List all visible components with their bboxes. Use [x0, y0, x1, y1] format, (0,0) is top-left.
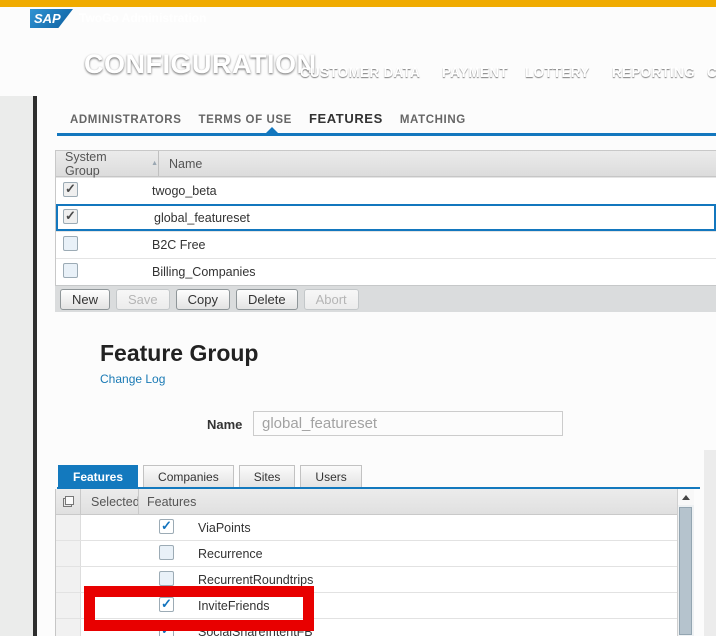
feature-checkbox-checked[interactable] [159, 518, 174, 534]
row-checkbox-checked[interactable] [63, 208, 78, 224]
save-button: Save [116, 288, 170, 310]
feature-name[interactable]: RecurrentRoundtrips [198, 573, 677, 587]
row-handle-cell [56, 567, 81, 592]
tab-features[interactable]: FEATURES [309, 111, 383, 126]
features-table: Selected Features ViaPoints Recurrence R… [55, 489, 694, 636]
feature-checkbox-unchecked[interactable] [159, 544, 174, 560]
section-tab-bar: ADMINISTRATORS TERMS OF USE FEATURES MAT… [70, 111, 466, 126]
chevron-up-icon [682, 494, 690, 500]
checkbox-cell [58, 208, 154, 227]
tab-companies[interactable]: Companies [143, 465, 234, 488]
nav-item-truncated[interactable]: C [707, 65, 716, 80]
tab-administrators[interactable]: ADMINISTRATORS [70, 114, 181, 126]
column-header-system-group[interactable]: System Group ▲ [56, 150, 158, 178]
table-row[interactable]: twogo_beta [56, 177, 716, 204]
feature-name[interactable]: SocialShareIntentFB [198, 625, 677, 636]
row-checkbox-unchecked[interactable] [63, 263, 78, 278]
table-toolbar: New Save Copy Delete Abort [55, 285, 716, 312]
features-header-row: Selected Features [56, 489, 677, 515]
change-log-link[interactable]: Change Log [100, 372, 165, 386]
column-header-label: System Group [65, 149, 107, 178]
nav-item-payment[interactable]: PAYMENT [442, 65, 508, 80]
nav-item-customer-data[interactable]: CUSTOMER DATA [300, 65, 420, 80]
features-table-body: Selected Features ViaPoints Recurrence R… [55, 489, 677, 636]
row-name[interactable]: twogo_beta [152, 184, 716, 198]
tab-matching[interactable]: MATCHING [400, 114, 466, 126]
scrollbar-thumb[interactable] [679, 507, 692, 635]
copy-icon [62, 496, 74, 507]
abort-button: Abort [303, 288, 359, 310]
feature-row[interactable]: ViaPoints [56, 515, 677, 541]
feature-checkbox-checked[interactable] [159, 596, 174, 612]
table-header-row: System Group ▲ Name [56, 150, 716, 178]
new-button[interactable]: New [60, 288, 111, 310]
app-title: TwoGo Administration [79, 11, 207, 25]
copy-button[interactable]: Copy [175, 288, 231, 310]
page: SAP TwoGo Administration CONFIGURATION C… [0, 0, 716, 636]
checkbox-cell [56, 263, 152, 281]
checkbox-cell [81, 544, 198, 563]
checkbox-cell [81, 518, 198, 537]
nav-item-lottery[interactable]: LOTTERY [525, 65, 590, 80]
table-row[interactable]: B2C Free [56, 231, 716, 258]
row-handle-cell [56, 619, 81, 636]
tab-sites[interactable]: Sites [238, 465, 296, 488]
feature-name[interactable]: InviteFriends [198, 599, 677, 613]
panel-left-border [33, 96, 37, 636]
row-checkbox-checked[interactable] [63, 181, 78, 197]
feature-row-annotated[interactable]: InviteFriends [56, 593, 677, 619]
row-name[interactable]: global_featureset [154, 211, 714, 225]
feature-group-table: System Group ▲ Name twogo_beta global_fe… [55, 150, 716, 286]
copy-selection-button[interactable] [56, 489, 81, 514]
sap-logo[interactable]: SAP [30, 9, 73, 28]
active-tab-pointer [266, 127, 278, 133]
checkbox-cell [56, 236, 152, 254]
nav-item-configuration-active[interactable]: CONFIGURATION [84, 49, 316, 80]
feature-row[interactable]: RecurrentRoundtrips [56, 567, 677, 593]
right-page-margin [704, 450, 716, 636]
section-tab-underline [57, 133, 716, 136]
feature-checkbox-unchecked[interactable] [159, 570, 174, 586]
table-row[interactable]: Billing_Companies [56, 258, 716, 285]
active-nav-pointer [118, 88, 132, 96]
tab-users[interactable]: Users [300, 465, 362, 488]
nav-item-reporting[interactable]: REPORTING [612, 65, 695, 80]
checkbox-cell [56, 181, 152, 200]
row-name[interactable]: B2C Free [152, 238, 716, 252]
row-handle-cell [56, 541, 81, 566]
delete-button[interactable]: Delete [236, 288, 298, 310]
name-field [253, 411, 563, 436]
scroll-up-button[interactable] [678, 489, 694, 505]
tab-features-detail[interactable]: Features [58, 465, 139, 488]
table-row-selected[interactable]: global_featureset [56, 204, 716, 231]
feature-name[interactable]: ViaPoints [198, 521, 677, 535]
column-header-features[interactable]: Features [138, 489, 677, 514]
name-field-label: Name [207, 417, 243, 432]
sort-ascending-icon[interactable]: ▲ [151, 160, 158, 167]
vertical-scrollbar[interactable] [677, 489, 694, 636]
feature-row[interactable]: Recurrence [56, 541, 677, 567]
feature-checkbox-checked[interactable] [159, 622, 174, 636]
row-handle-cell [56, 515, 81, 540]
left-page-margin [0, 96, 33, 636]
page-title: Feature Group [100, 340, 259, 366]
detail-tab-bar: Features Companies Sites Users [58, 465, 362, 488]
checkbox-cell [81, 570, 198, 589]
tab-terms-of-use[interactable]: TERMS OF USE [198, 114, 291, 126]
row-name[interactable]: Billing_Companies [152, 265, 716, 279]
sap-gold-bar [0, 0, 716, 7]
app-header: SAP TwoGo Administration CONFIGURATION C… [0, 7, 716, 96]
feature-row[interactable]: SocialShareIntentFB [56, 619, 677, 636]
checkbox-cell [81, 596, 198, 615]
column-header-name[interactable]: Name [158, 151, 716, 176]
feature-name[interactable]: Recurrence [198, 547, 677, 561]
column-header-selected[interactable]: Selected [81, 495, 140, 509]
checkbox-cell [81, 622, 198, 636]
row-handle-cell [56, 593, 81, 618]
row-checkbox-unchecked[interactable] [63, 236, 78, 251]
